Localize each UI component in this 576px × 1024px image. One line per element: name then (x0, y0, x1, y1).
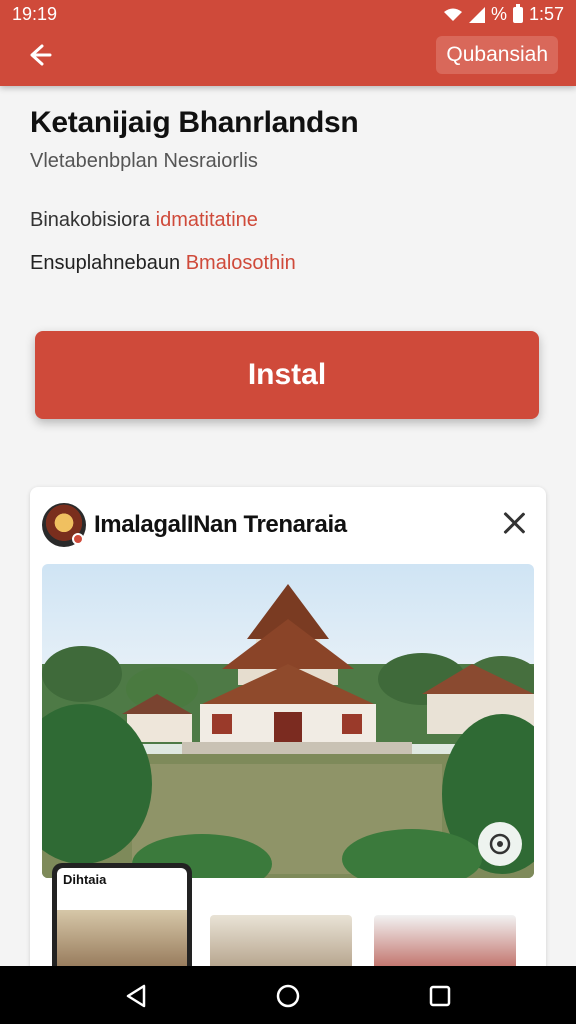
lens-icon[interactable] (478, 822, 522, 866)
navigation-bar (0, 966, 576, 1024)
info-row-2-link[interactable]: Bmalosothin (186, 252, 296, 274)
nav-back-icon[interactable] (122, 982, 150, 1010)
top-bar: 19:19 % 1:57 Qubansiah (0, 0, 576, 86)
notification-dot-icon (72, 533, 84, 545)
info-row-2: Ensuplahnebaun Bmalosothin (30, 252, 296, 275)
nav-home-icon[interactable] (274, 982, 302, 1010)
status-icons: % 1:57 (443, 3, 564, 25)
nav-recent-icon[interactable] (426, 982, 454, 1010)
status-clock: 1:57 (528, 4, 564, 24)
info-row-1-label: Binakobisiora (30, 209, 156, 231)
info-row-2-label: Ensuplahnebaun (30, 252, 186, 274)
status-percent: % (490, 4, 507, 24)
back-arrow-icon[interactable] (22, 38, 56, 72)
app-subtitle: Vletabenbplan Nesraiorlis (30, 150, 258, 172)
promo-card-title: ImalagalINan Trenaraia (94, 511, 347, 538)
info-row-1: Binakobisiora idmatitatine (30, 209, 258, 232)
status-bar: 19:19 % 1:57 (0, 0, 576, 28)
phone-preview-label: Dihtaia (63, 872, 107, 887)
info-row-1-link[interactable]: idmatitatine (156, 209, 258, 231)
close-icon[interactable] (500, 509, 528, 537)
hero-image (42, 564, 534, 878)
phone-preview-screen: Dihtaia (57, 868, 187, 982)
signal-icon (468, 6, 485, 23)
install-button[interactable]: Instal (35, 331, 539, 419)
temple-scene-illustration (42, 584, 534, 878)
status-time: 19:19 (12, 4, 58, 24)
app-title: Ketanijaig Bhanrlandsn (30, 106, 359, 139)
promo-card: ImalagalINan Trenaraia Dihtaia (30, 487, 546, 987)
promo-card-header: ImalagalINan Trenaraia (30, 487, 546, 561)
battery-icon (512, 3, 523, 23)
app-bar-action-chip[interactable]: Qubansiah (436, 36, 558, 74)
wifi-icon (443, 8, 462, 21)
app-bar: Qubansiah (0, 28, 576, 86)
